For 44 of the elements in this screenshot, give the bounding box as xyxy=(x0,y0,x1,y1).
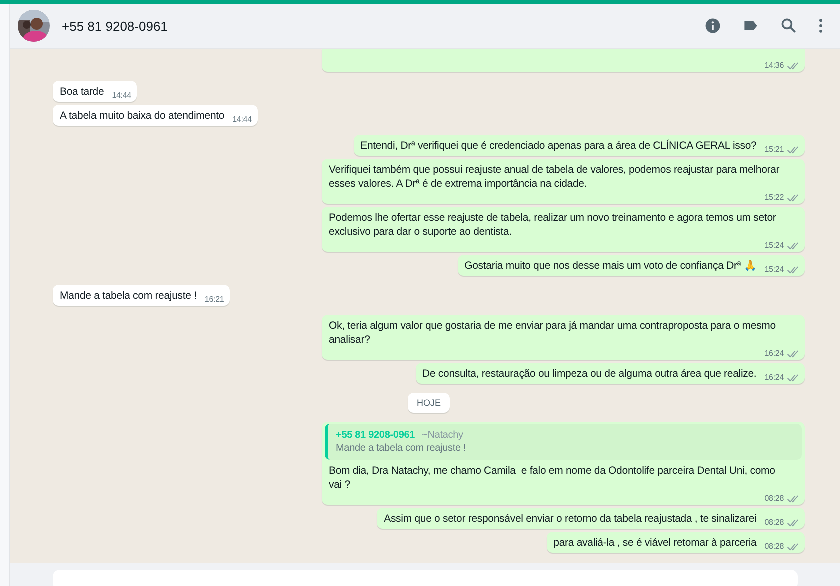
quoted-message[interactable]: +55 81 9208-0961 ~Natachy Mande a tabela com reajuste ! xyxy=(325,424,802,460)
double-check-icon xyxy=(787,242,799,250)
message-text: Entendi, Drª verifiquei que é credenciado apenas para a área de CLÍNICA GERAL isso? xyxy=(360,139,757,153)
date-chip: HOJE xyxy=(408,393,450,413)
message-time: 15:22 xyxy=(764,193,784,203)
message-time: 14:36 xyxy=(764,61,784,71)
message-text: Boa tarde xyxy=(60,85,104,99)
contact-name: +55 81 9208-0961 xyxy=(62,18,168,34)
message-time: 15:24 xyxy=(764,241,784,251)
double-check-icon xyxy=(787,374,799,382)
double-check-icon xyxy=(787,146,799,154)
menu-icon[interactable] xyxy=(818,17,824,35)
message-text: Assim que o setor responsável enviar o retorno da tabela reajustada , te sinalizarei xyxy=(384,512,757,526)
message-time: 08:28 xyxy=(764,542,784,552)
double-check-icon xyxy=(787,266,799,274)
message-time: 15:21 xyxy=(764,145,784,155)
quote-text: Mande a tabela com reajuste ! xyxy=(336,443,466,454)
message-text: Gostaria muito que nos desse mais um voto de confiança Drª 🙏 xyxy=(464,259,757,273)
quote-alias: ~Natachy xyxy=(422,429,464,442)
message-text: Verifiquei também que possui reajuste anual de tabela de valores, podemos reajustar para melhorar esses valores. A Drª é de extrema importância na cidade. xyxy=(329,163,781,191)
message-text: para avaliá-la , se é viável retomar à parceria xyxy=(554,536,757,550)
message-text: Mande a tabela com reajuste ! xyxy=(60,289,197,303)
message-time: 08:28 xyxy=(764,518,784,528)
message-time: 16:24 xyxy=(764,349,784,359)
double-check-icon xyxy=(787,495,799,503)
message-text: De consulta, restauração ou limpeza ou de alguma outra área que realize. xyxy=(422,367,757,381)
double-check-icon xyxy=(787,194,799,202)
message-text: A tabela muito baixa do atendimento xyxy=(60,109,225,123)
quote-author: +55 81 9208-0961 xyxy=(336,429,416,442)
double-check-icon xyxy=(787,350,799,358)
double-check-icon xyxy=(787,543,799,551)
message-time: 16:24 xyxy=(764,373,784,383)
message-time: 15:24 xyxy=(764,265,784,275)
message-text: Bom dia, Dra Natachy, me chamo Camila e falo em nome da Odontolife parceira Dental Uni, como vai ? xyxy=(329,464,776,492)
message-time: 16:21 xyxy=(204,295,224,305)
message-time: 08:28 xyxy=(764,494,784,504)
message-text: Podemos lhe ofertar esse reajuste de tabela, realizar um novo treinamento e agora temos um setor exclusivo para dar o suporte ao dentista. xyxy=(329,211,778,239)
double-check-icon xyxy=(787,62,799,70)
info-icon[interactable] xyxy=(704,17,722,35)
double-check-icon xyxy=(787,519,799,527)
message-time: 14:44 xyxy=(232,115,252,125)
message-text: Ok, teria algum valor que gostaria de me enviar para já mandar uma contraproposta para o mesmo analisar? xyxy=(329,319,777,347)
search-icon[interactable] xyxy=(780,17,798,35)
message-time: 14:44 xyxy=(112,91,132,101)
